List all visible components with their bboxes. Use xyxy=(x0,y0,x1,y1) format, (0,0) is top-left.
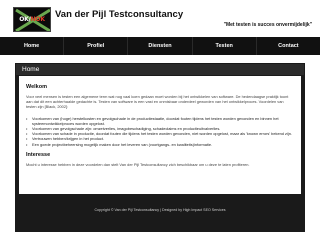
site-title: Van der Pijl Testconsultancy xyxy=(55,9,184,20)
footer-copyright: Copyright © Van der Pijl Testconsultancy… xyxy=(94,208,226,212)
nav-item-contact[interactable]: Contact xyxy=(257,37,320,55)
site-footer: Copyright © Van der Pijl Testconsultancy… xyxy=(19,195,301,231)
interest-paragraph: Mocht u interesse hebben in deze voordel… xyxy=(26,161,250,167)
site-tagline: "Met testen is succes onvermijdelijk" xyxy=(223,22,312,28)
nav-item-testen[interactable]: Testen xyxy=(193,37,257,55)
site-header: OK/NOK Van der Pijl Testconsultancy "Met… xyxy=(0,0,320,37)
list-item: Voorkomen van (hoge) herstelkosten en ge… xyxy=(26,116,294,126)
intro-paragraph: Voor veel mensen is testen een algemene … xyxy=(26,94,289,110)
logo-nok: NOK xyxy=(30,16,45,23)
site-logo[interactable]: OK/NOK xyxy=(13,7,51,32)
welcome-heading: Welkom xyxy=(26,84,47,90)
nav-item-profiel[interactable]: Profiel xyxy=(64,37,129,55)
page-heading-bar: Home xyxy=(16,64,304,75)
nav-item-home[interactable]: Home xyxy=(0,37,65,55)
page-panel: Home Welkom Voor veel mensen is testen e… xyxy=(15,63,305,232)
benefits-list: Voorkomen van (hoge) herstelkosten en ge… xyxy=(26,116,294,147)
nav-item-diensten[interactable]: Diensten xyxy=(128,37,193,55)
page-title: Home xyxy=(22,65,40,73)
logo-ok: OK xyxy=(19,16,29,23)
main-nav: Home Profiel Diensten Testen Contact xyxy=(0,37,320,55)
logo-text: OK/NOK xyxy=(14,16,50,23)
content-area: Welkom Voor veel mensen is testen een al… xyxy=(19,76,301,194)
list-item: Een goede projectbeheersing mogelijk mak… xyxy=(26,142,294,147)
interest-heading: Interesse xyxy=(26,151,51,158)
